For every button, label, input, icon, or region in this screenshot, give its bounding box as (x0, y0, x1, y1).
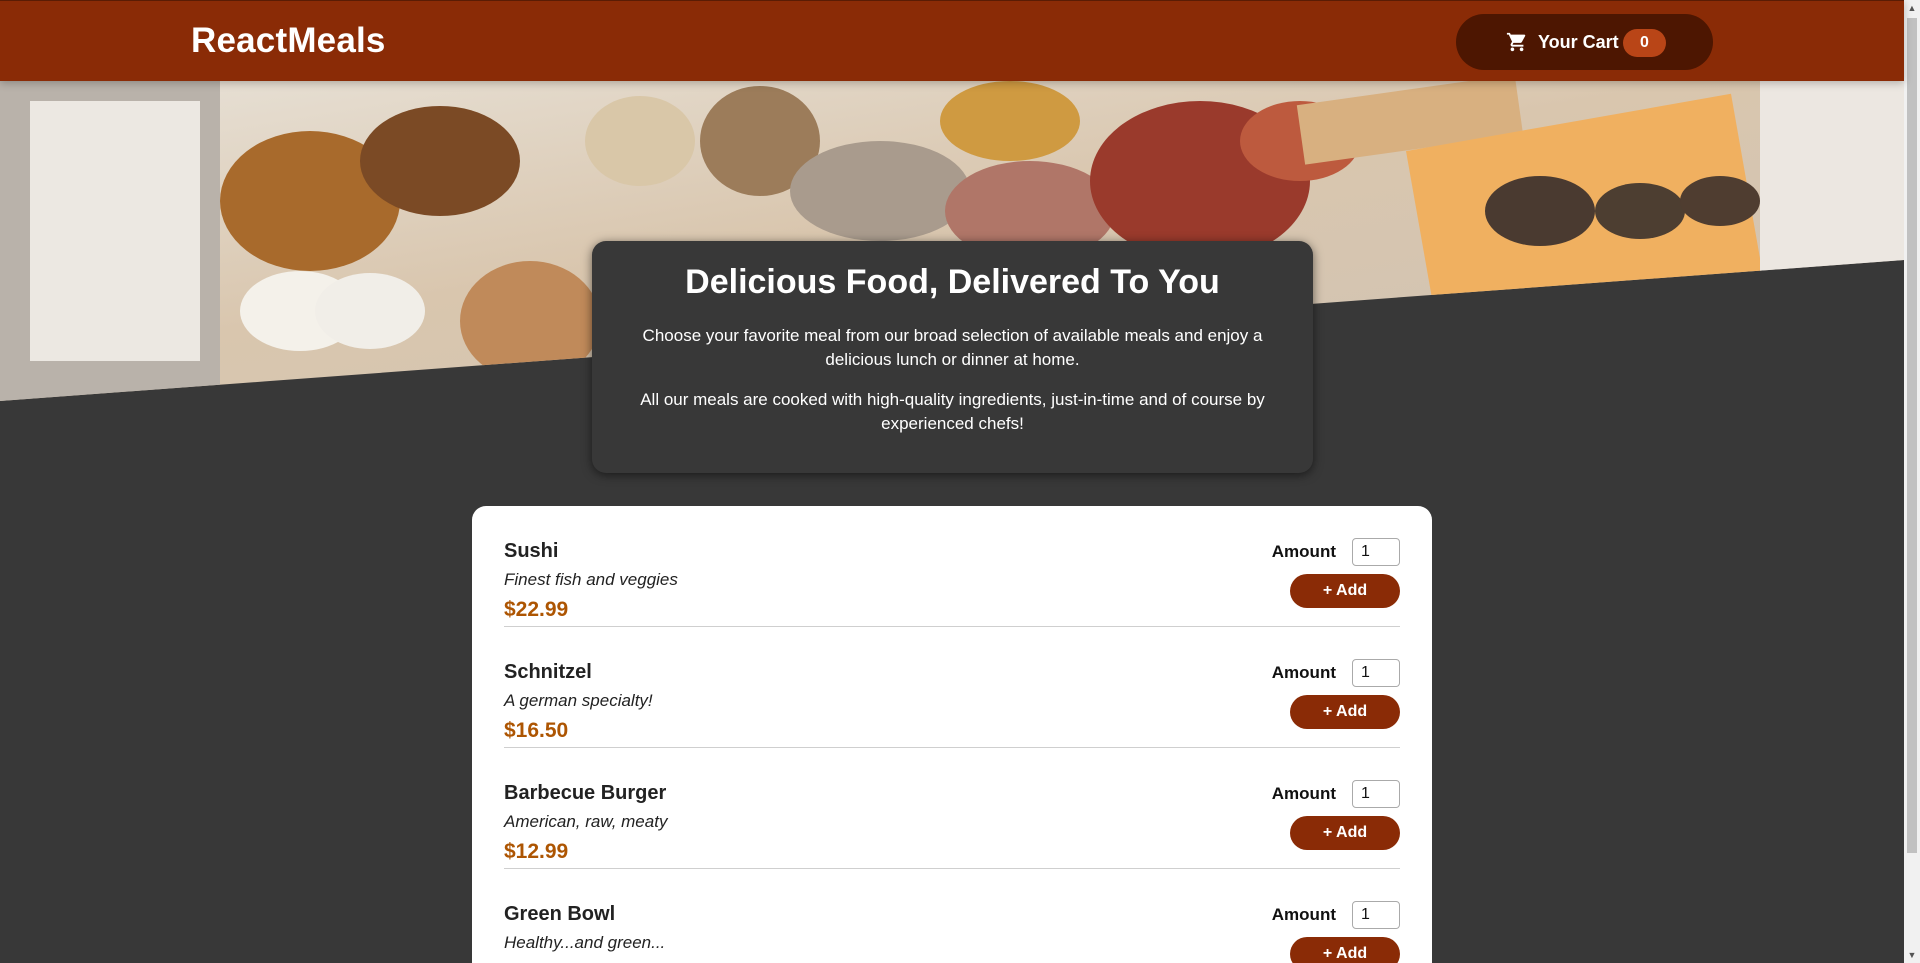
meal-price: $16.50 (504, 719, 569, 742)
add-button[interactable]: + Add (1290, 574, 1400, 608)
amount-label: Amount (1271, 784, 1336, 803)
cart-count-badge: 0 (1623, 29, 1666, 57)
app-header: ReactMeals Your Cart 0 (0, 0, 1904, 81)
page-scrollbar[interactable]: ▲ ▼ (1904, 0, 1920, 963)
amount-input[interactable] (1352, 780, 1400, 808)
amount-label: Amount (1271, 542, 1336, 561)
amount-label: Amount (1271, 663, 1336, 682)
summary-card: Delicious Food, Delivered To You Choose … (592, 241, 1313, 473)
summary-title: Delicious Food, Delivered To You (685, 263, 1220, 301)
cart-button[interactable]: Your Cart 0 (1456, 14, 1713, 70)
add-button[interactable]: + Add (1290, 695, 1400, 729)
brand-title: ReactMeals (191, 21, 386, 60)
amount-input[interactable] (1352, 538, 1400, 566)
meal-description: A german specialty! (504, 691, 653, 710)
amount-input[interactable] (1352, 659, 1400, 687)
meal-item: Barbecue Burger American, raw, meaty $12… (504, 748, 1400, 869)
meal-name: Barbecue Burger (504, 782, 667, 804)
meal-item: Schnitzel A german specialty! $16.50 Amo… (504, 627, 1400, 748)
meal-item: Sushi Finest fish and veggies $22.99 Amo… (504, 506, 1400, 627)
meal-item: Green Bowl Healthy...and green... Amount… (504, 869, 1400, 963)
summary-paragraph-2: All our meals are cooked with high-quali… (640, 390, 1265, 433)
meals-list: Sushi Finest fish and veggies $22.99 Amo… (472, 506, 1432, 963)
meal-name: Schnitzel (504, 661, 592, 683)
scrollbar-thumb[interactable] (1907, 18, 1917, 853)
scroll-down-arrow-icon[interactable]: ▼ (1904, 947, 1920, 963)
add-button[interactable]: + Add (1290, 816, 1400, 850)
shopping-cart-icon (1506, 32, 1526, 52)
meal-description: Finest fish and veggies (504, 570, 678, 589)
meal-price: $12.99 (504, 840, 569, 863)
amount-input[interactable] (1352, 901, 1400, 929)
add-button[interactable]: + Add (1290, 937, 1400, 963)
meal-name: Sushi (504, 540, 559, 562)
meal-name: Green Bowl (504, 903, 616, 925)
cart-label: Your Cart (1538, 31, 1619, 52)
meal-price: $22.99 (504, 598, 569, 621)
meal-description: Healthy...and green... (504, 933, 666, 952)
summary-paragraph-1: Choose your favorite meal from our broad… (642, 326, 1263, 369)
scroll-up-arrow-icon[interactable]: ▲ (1904, 0, 1920, 16)
amount-label: Amount (1271, 905, 1336, 924)
meal-description: American, raw, meaty (504, 812, 668, 831)
